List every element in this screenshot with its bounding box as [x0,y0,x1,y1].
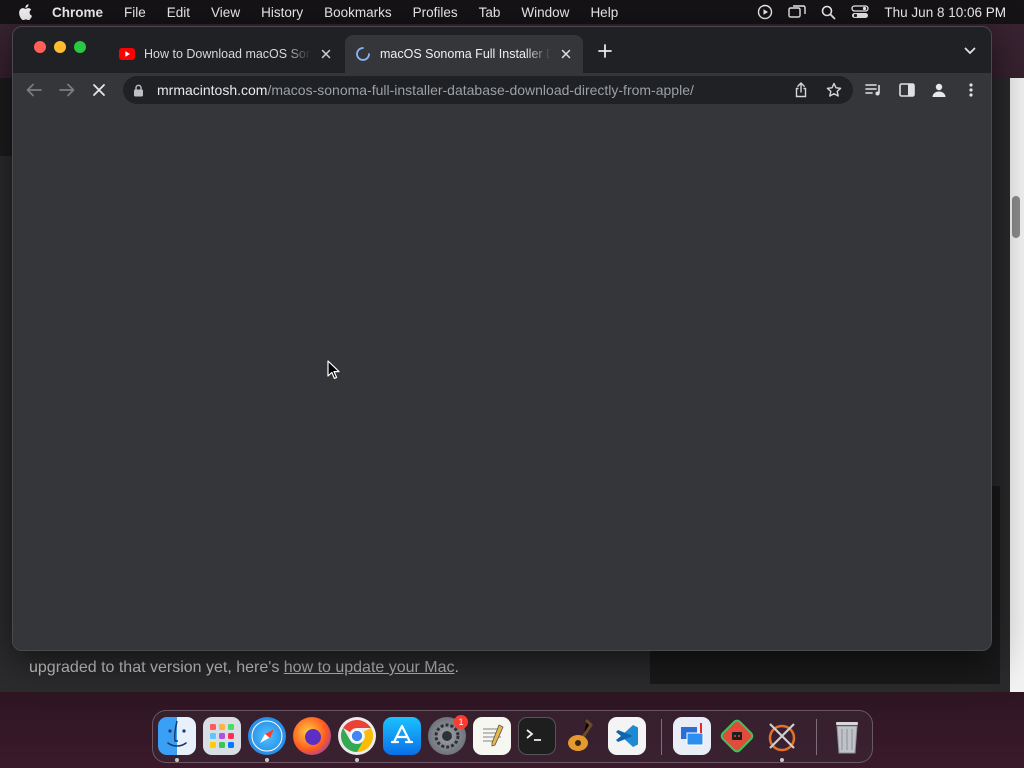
launchpad-icon[interactable] [203,717,241,755]
forward-arrow-icon[interactable] [56,79,78,101]
apple-menu-icon[interactable] [18,4,36,20]
screen-recording-icon[interactable] [757,4,773,20]
article-text-end: . [454,659,459,676]
control-center-icon[interactable] [851,4,870,20]
running-indicator [780,758,784,762]
system-settings-icon[interactable]: 1 [428,715,468,755]
article-text: upgraded to that version yet, here's [29,659,284,676]
side-panel-icon[interactable] [896,79,918,101]
zoom-window-button[interactable] [74,41,86,53]
background-article-text: upgraded to that version yet, here's how… [29,659,459,677]
close-tab-icon[interactable] [317,45,335,63]
menu-chrome[interactable]: Chrome [52,5,103,20]
tab-title: How to Download macOS Sonoma [144,47,311,61]
menu-history[interactable]: History [261,5,303,20]
profile-avatar-icon[interactable] [928,79,950,101]
terminal-icon[interactable] [518,717,556,755]
textedit-icon[interactable] [473,717,511,755]
xcode-icon[interactable] [763,717,801,755]
screen-sharing-icon[interactable] [673,717,711,755]
background-scrollbar[interactable] [1012,196,1020,238]
address-bar[interactable]: mrmacintosh.com/macos-sonoma-full-instal… [123,76,853,104]
menu-bookmarks[interactable]: Bookmarks [324,5,392,20]
menu-bar: Chrome File Edit View History Bookmarks … [0,0,1024,24]
youtube-icon [119,46,135,62]
dash-icon[interactable] [718,717,756,755]
dock-separator [661,719,662,755]
loading-spinner-icon [355,46,371,62]
dock-separator [816,719,817,755]
browser-toolbar: mrmacintosh.com/macos-sonoma-full-instal… [13,73,991,107]
menu-edit[interactable]: Edit [167,5,190,20]
tab-strip: How to Download macOS Sonoma macOS Sonom… [13,27,991,73]
menu-file[interactable]: File [124,5,146,20]
lock-icon[interactable] [133,84,147,97]
tab-title: macOS Sonoma Full Installer Database [380,47,551,61]
tab-search-chevron-icon[interactable] [961,42,979,60]
bookmark-star-icon[interactable] [825,81,843,99]
update-mac-link[interactable]: how to update your Mac [284,659,455,676]
url-path: /macos-sonoma-full-installer-database-do… [267,82,694,98]
page-viewport[interactable] [13,107,991,650]
menu-view[interactable]: View [211,5,240,20]
mouse-cursor-icon [327,360,341,380]
running-indicator [175,758,179,762]
screen-mirroring-icon[interactable] [788,4,807,20]
tab-how-to-download[interactable]: How to Download macOS Sonoma [109,35,343,73]
running-indicator [265,758,269,762]
minimize-window-button[interactable] [54,41,66,53]
close-tab-icon[interactable] [557,45,575,63]
more-menu-icon[interactable] [960,79,982,101]
menu-clock[interactable]: Thu Jun 8 10:06 PM [884,5,1006,20]
firefox-icon[interactable] [293,717,331,755]
vscode-icon[interactable] [608,717,646,755]
url-text[interactable]: mrmacintosh.com/macos-sonoma-full-instal… [157,82,694,98]
dock: 1 [152,710,873,763]
chrome-icon[interactable] [338,717,376,755]
close-window-button[interactable] [34,41,46,53]
trash-icon[interactable] [828,717,866,755]
garageband-icon[interactable] [563,717,601,755]
running-indicator [355,758,359,762]
notification-badge: 1 [454,715,468,729]
media-controls-icon[interactable] [863,79,885,101]
stop-loading-icon[interactable] [88,79,110,101]
menu-help[interactable]: Help [590,5,618,20]
menu-tab[interactable]: Tab [479,5,501,20]
new-tab-button[interactable] [596,42,614,60]
menu-profiles[interactable]: Profiles [413,5,458,20]
finder-icon[interactable] [158,717,196,755]
share-icon[interactable] [792,81,810,99]
spotlight-search-icon[interactable] [821,5,836,20]
back-arrow-icon[interactable] [23,79,45,101]
chrome-window: How to Download macOS Sonoma macOS Sonom… [12,26,992,651]
url-host: mrmacintosh.com [157,82,268,98]
tab-macos-sonoma-installer[interactable]: macOS Sonoma Full Installer Database [345,35,583,73]
menu-window[interactable]: Window [521,5,569,20]
app-store-icon[interactable] [383,717,421,755]
safari-icon[interactable] [248,717,286,755]
background-right-edge [1010,78,1024,692]
